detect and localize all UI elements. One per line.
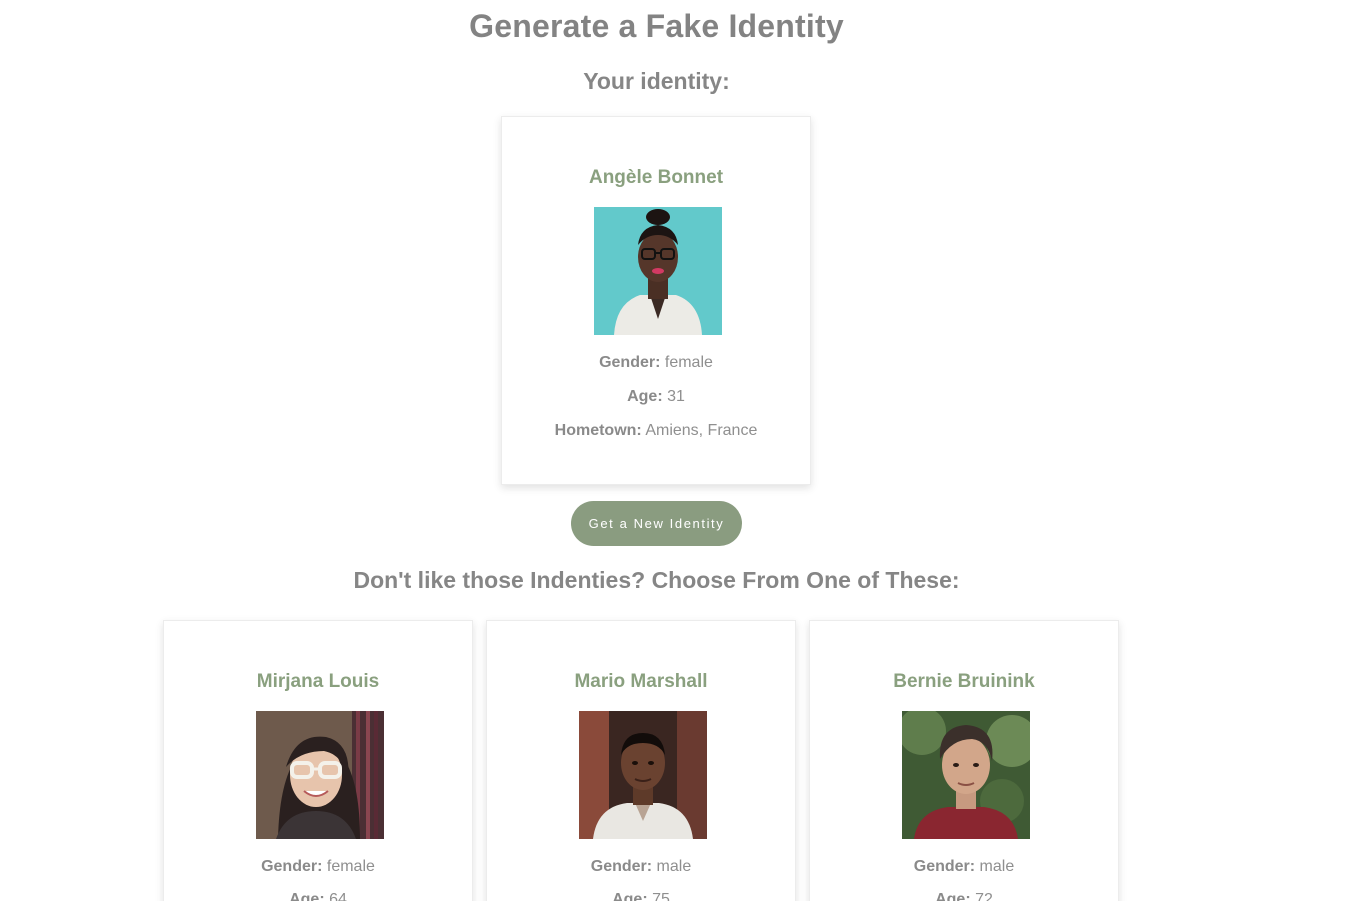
alternatives-heading: Don't like those Indenties? Choose From … [353, 567, 960, 593]
get-new-identity-button[interactable]: Get a New Identity [571, 501, 742, 546]
alternative-card[interactable]: Bernie Bruinink Gender: male Age: 72 [809, 620, 1119, 901]
alternative-photo [579, 711, 707, 839]
alternative-name: Mario Marshall [574, 671, 708, 692]
alternative-gender: Gender: female [261, 858, 375, 875]
portrait-woman-icon [256, 711, 384, 839]
page: Generate a Fake Identity Your identity: … [0, 0, 1349, 901]
identity-age: Age: 31 [627, 388, 685, 405]
identity-hometown: Hometown: Amiens, France [554, 422, 758, 439]
identity-photo [594, 207, 722, 335]
identity-gender: Gender: female [599, 354, 713, 371]
alternative-card[interactable]: Mario Marshall Gender: male Age: 75 [486, 620, 796, 901]
alternative-name: Bernie Bruinink [893, 671, 1035, 692]
identity-name: Angèle Bonnet [588, 167, 724, 188]
alternative-photo [256, 711, 384, 839]
alternative-card[interactable]: Mirjana Louis Gender: female Age: 64 [163, 620, 473, 901]
alternative-age: Age: 72 [935, 891, 993, 901]
page-title: Generate a Fake Identity [469, 8, 844, 44]
alternative-age: Age: 75 [612, 891, 670, 901]
identity-subtitle: Your identity: [583, 68, 730, 94]
portrait-man-icon [579, 711, 707, 839]
alternative-gender: Gender: male [913, 858, 1015, 875]
alternative-gender: Gender: male [590, 858, 692, 875]
identity-card: Angèle Bonnet Gender: female Age: 31 Hom… [501, 116, 811, 485]
portrait-woman-icon [594, 207, 722, 335]
alternative-photo [902, 711, 1030, 839]
portrait-man-icon [902, 711, 1030, 839]
alternative-name: Mirjana Louis [256, 671, 380, 692]
alternative-age: Age: 64 [289, 891, 347, 901]
